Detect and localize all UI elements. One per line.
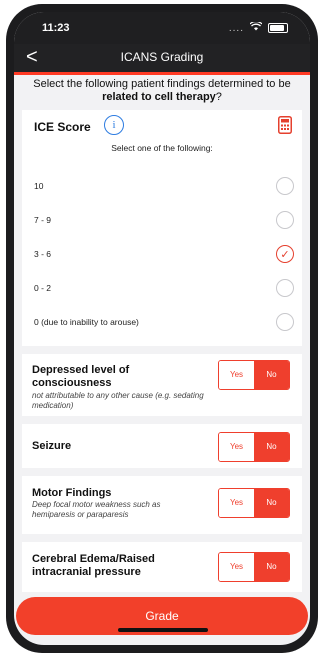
wifi-icon — [249, 20, 263, 34]
no-button[interactable]: No — [254, 361, 289, 389]
yes-button[interactable]: Yes — [219, 433, 254, 461]
ice-option-unarousable[interactable]: 0 (due to inability to arouse) — [34, 310, 294, 334]
finding-title: Motor Findings — [32, 487, 112, 499]
ice-option-0-2[interactable]: 0 - 2 — [34, 276, 294, 300]
nav-bar: < ICANS Grading — [14, 44, 310, 72]
radio-unchecked-icon[interactable] — [276, 211, 294, 229]
ice-option-label: 0 (due to inability to arouse) — [34, 317, 139, 327]
radio-unchecked-icon[interactable] — [276, 177, 294, 195]
no-button[interactable]: No — [254, 489, 289, 517]
device-frame: 11:23 .... < ICANS Grading Select the fo… — [6, 4, 318, 653]
home-indicator[interactable] — [118, 628, 208, 632]
select-hint: Select one of the following: — [111, 143, 213, 153]
instructions-emphasis: related to cell therapy — [102, 91, 216, 103]
yes-button[interactable]: Yes — [219, 361, 254, 389]
radio-unchecked-icon[interactable] — [276, 279, 294, 297]
radio-checked-icon[interactable]: ✓ — [276, 245, 294, 263]
finding-title: Cerebral Edema/Raised intracranial press… — [32, 553, 155, 578]
ice-option-label: 10 — [34, 181, 44, 191]
status-time: 11:23 — [42, 22, 70, 34]
ice-option-label: 0 - 2 — [34, 283, 52, 293]
yes-button[interactable]: Yes — [219, 489, 254, 517]
status-indicators: .... — [228, 20, 288, 34]
accent-divider — [14, 72, 310, 75]
ice-score-card: ICE Score i Select one of the following:… — [22, 110, 302, 346]
finding-motor: Motor Findings Deep focal motor weakness… — [22, 476, 302, 534]
instructions-suffix: ? — [215, 91, 222, 103]
instructions-prefix: Select the following patient findings de… — [33, 78, 291, 90]
finding-title: Seizure — [32, 440, 72, 452]
ice-option-10[interactable]: 10 — [34, 174, 294, 198]
battery-icon — [268, 23, 288, 33]
yes-no-toggle[interactable]: Yes No — [218, 360, 290, 390]
page-title: ICANS Grading — [120, 50, 204, 64]
app-screen: 11:23 .... < ICANS Grading Select the fo… — [14, 12, 310, 645]
calculator-icon[interactable] — [278, 116, 292, 139]
instructions-text: Select the following patient findings de… — [18, 78, 306, 104]
ice-option-3-6[interactable]: 3 - 6 ✓ — [34, 242, 294, 266]
finding-subtitle: Deep focal motor weakness such as hemipa… — [32, 500, 161, 519]
ice-option-label: 3 - 6 — [34, 249, 52, 259]
finding-seizure: Seizure Yes No — [22, 424, 302, 468]
yes-no-toggle[interactable]: Yes No — [218, 432, 290, 462]
no-button[interactable]: No — [254, 433, 289, 461]
finding-title: Depressed level of consciousness — [32, 364, 130, 389]
radio-unchecked-icon[interactable] — [276, 313, 294, 331]
status-bar: 11:23 .... — [14, 12, 310, 44]
signal-icon: .... — [228, 22, 244, 34]
yes-no-toggle[interactable]: Yes No — [218, 552, 290, 582]
ice-option-7-9[interactable]: 7 - 9 — [34, 208, 294, 232]
finding-depressed-consciousness: Depressed level of consciousness not att… — [22, 354, 302, 416]
info-icon[interactable]: i — [104, 115, 124, 135]
yes-button[interactable]: Yes — [219, 553, 254, 581]
ice-option-label: 7 - 9 — [34, 215, 52, 225]
no-button[interactable]: No — [254, 553, 289, 581]
yes-no-toggle[interactable]: Yes No — [218, 488, 290, 518]
ice-score-title: ICE Score — [34, 120, 91, 134]
finding-cerebral-edema: Cerebral Edema/Raised intracranial press… — [22, 542, 302, 592]
finding-subtitle: not attributable to any other cause (e.g… — [32, 391, 204, 410]
